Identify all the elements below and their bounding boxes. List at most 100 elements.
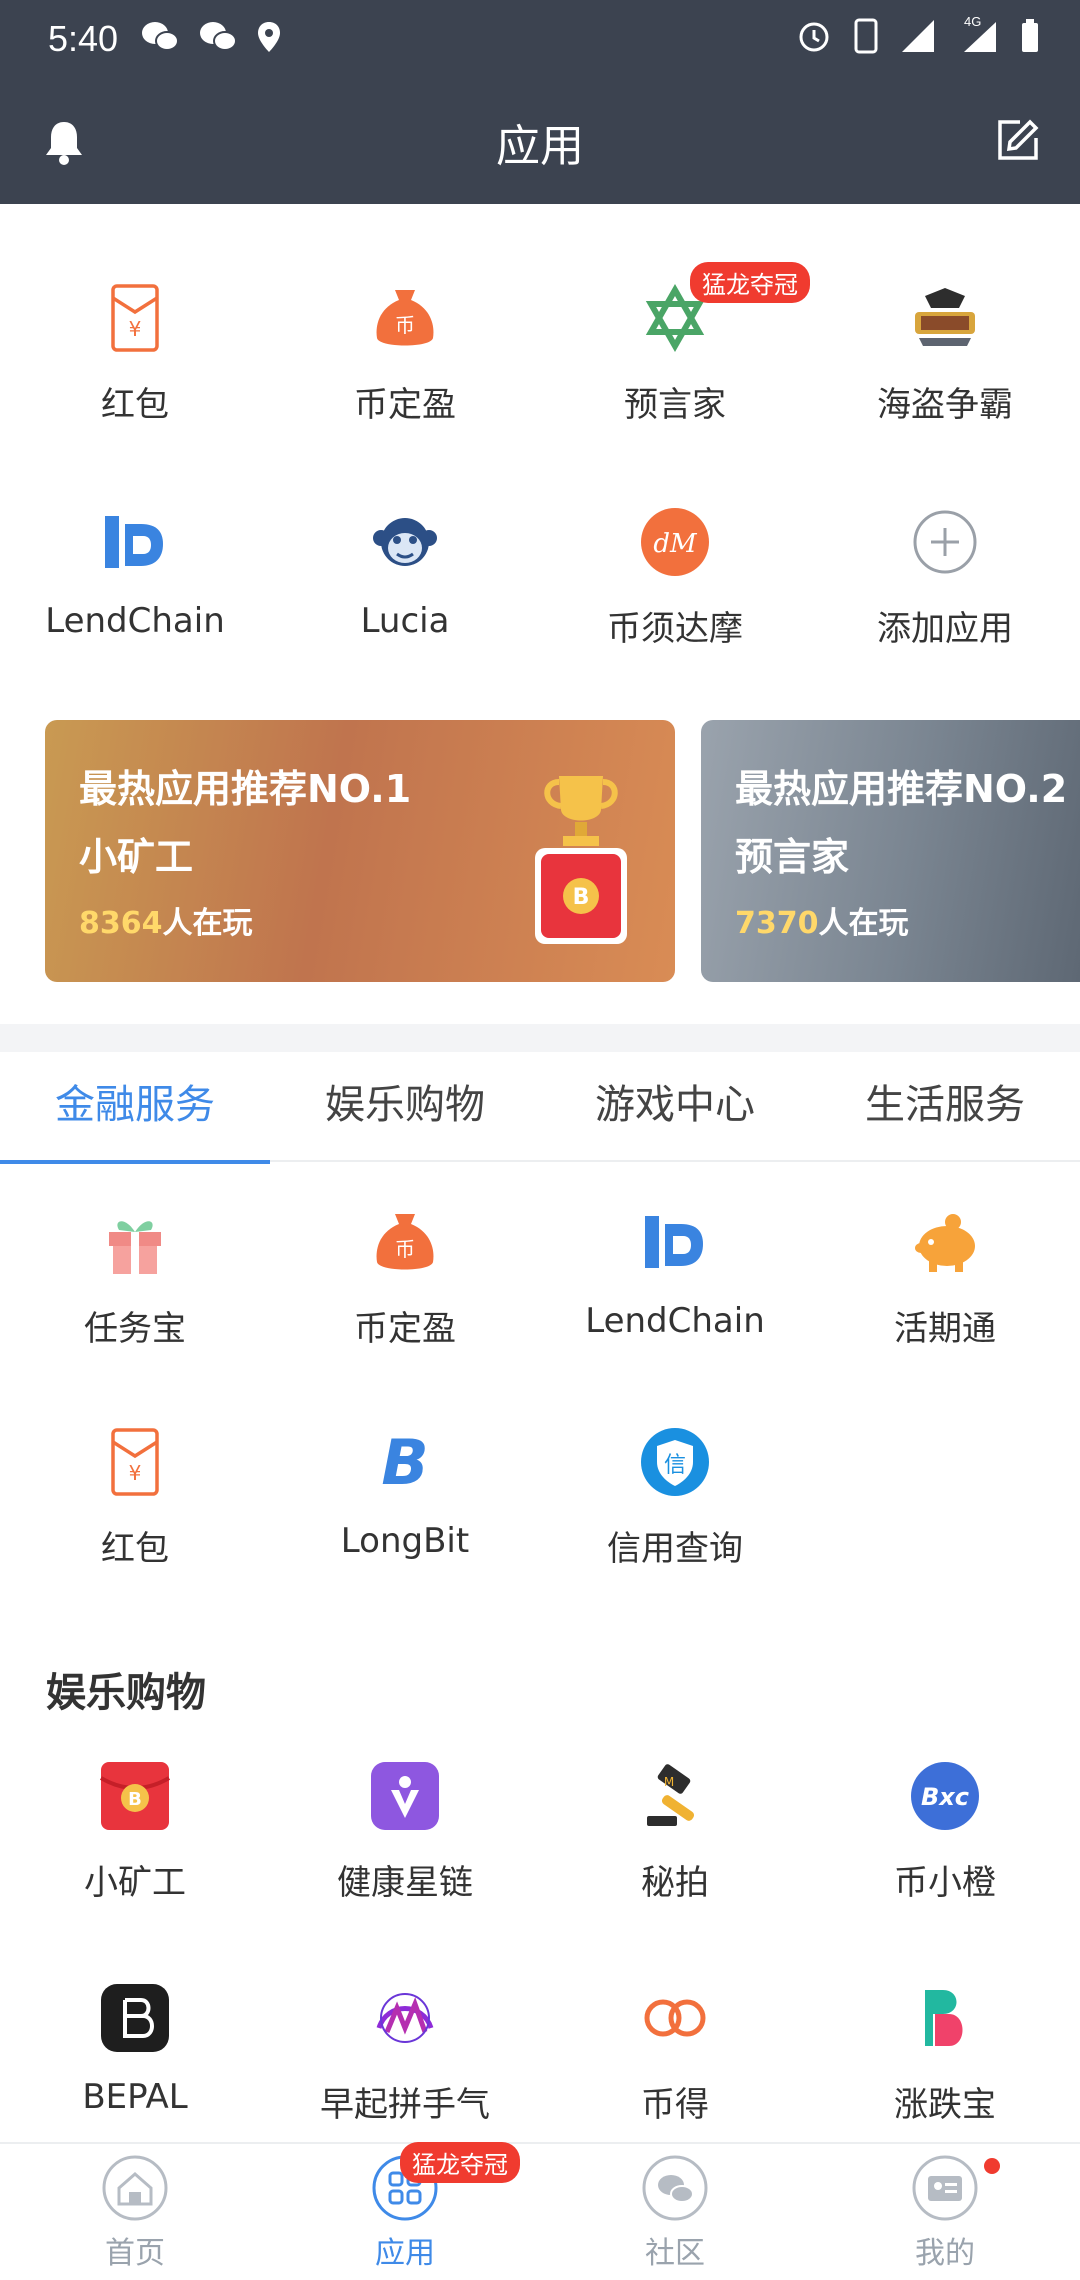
app-item[interactable]: LendChain: [540, 1206, 810, 1406]
bottom-nav: 首页 猛龙夺冠 应用 社区 我的: [0, 2142, 1080, 2280]
banner-player-count: 8364: [79, 906, 163, 941]
chat-icon: [642, 2155, 708, 2221]
signal-icon: [902, 20, 934, 52]
app-item[interactable]: 信 信用查询: [540, 1426, 810, 1626]
nav-badge: 猛龙夺冠: [400, 2142, 520, 2183]
edit-icon[interactable]: [994, 116, 1042, 164]
app-bar: 应用: [0, 80, 1080, 204]
phone-icon: [854, 18, 878, 54]
home-icon: [102, 2155, 168, 2221]
app-label: 任务宝: [84, 1309, 186, 1349]
app-item[interactable]: Bxc 币小橙: [810, 1760, 1080, 1960]
trophy-envelope-icon: B: [535, 776, 627, 944]
status-time: 5:40: [48, 18, 119, 59]
add-app-button[interactable]: 添加应用: [810, 506, 1080, 706]
app-label: LendChain: [585, 1301, 765, 1341]
alarm-icon: [799, 22, 829, 52]
tab-entertainment[interactable]: 娱乐购物: [270, 1052, 540, 1162]
svg-text:币: 币: [395, 1237, 415, 1261]
app-label: BEPAL: [82, 2077, 188, 2117]
app-label: 币得: [641, 2085, 709, 2125]
app-label: 信用查询: [607, 1529, 743, 1569]
app-item[interactable]: 健康星链: [270, 1760, 540, 1960]
tab-label: 生活服务: [865, 1082, 1025, 1128]
my-apps-grid: ¥ 红包 币 币定盈 猛龙夺冠 预言家 海盗争霸 LendChain Lucia…: [0, 262, 1080, 672]
nav-label: 我的: [915, 2236, 975, 2271]
app-label: 活期通: [894, 1309, 996, 1349]
app-item[interactable]: 任务宝: [0, 1206, 270, 1406]
red-envelope-icon: ¥: [111, 284, 159, 352]
gift-icon: [109, 1221, 161, 1274]
banner-player-suffix: 人在玩: [162, 906, 253, 941]
svg-text:¥: ¥: [129, 317, 142, 341]
lendchain-icon: [105, 516, 163, 568]
health-chain-icon: [371, 1762, 439, 1830]
tab-label: 金融服务: [55, 1082, 215, 1128]
app-label: 红包: [101, 1529, 169, 1569]
bitcoin-envelope-icon: B: [99, 1762, 171, 1830]
nav-apps[interactable]: 猛龙夺冠 应用: [270, 2142, 540, 2280]
app-item[interactable]: M 秘拍: [540, 1760, 810, 1960]
app-label: 早起拼手气: [320, 2085, 490, 2125]
location-icon: [258, 22, 280, 52]
banner-card[interactable]: 最热应用推荐NO.2 预言家 7370人在玩: [701, 720, 1080, 982]
svg-text:dM: dM: [653, 529, 698, 559]
svg-text:币: 币: [395, 313, 415, 337]
app-label: 秘拍: [641, 1863, 709, 1903]
dm-logo-icon: dM: [641, 508, 709, 576]
banner-title: 最热应用推荐NO.2: [735, 767, 1068, 811]
app-label: 红包: [101, 385, 169, 425]
tab-life[interactable]: 生活服务: [810, 1052, 1080, 1162]
wechat-icon: [142, 22, 179, 51]
tab-label: 游戏中心: [595, 1082, 755, 1128]
section-title-entertainment: 娱乐购物: [46, 1670, 206, 1716]
svg-text:B: B: [128, 1789, 142, 1810]
bepal-icon: [101, 1984, 169, 2052]
monkey-icon: [373, 518, 437, 566]
finance-apps-grid: 任务宝 币 币定盈 LendChain 活期通 ¥ 红包 B LongBit 信…: [0, 1206, 1080, 1626]
entertainment-apps-grid: B 小矿工 健康星链 M 秘拍 Bxc 币小橙 BEPAL 早起拼手气 币得 涨…: [0, 1760, 1080, 2160]
nav-profile[interactable]: 我的: [810, 2144, 1080, 2280]
app-item[interactable]: 海盗争霸: [810, 282, 1080, 482]
app-item[interactable]: 币 币定盈: [270, 1206, 540, 1406]
money-bag-icon: 币: [376, 1214, 434, 1270]
app-item[interactable]: Lucia: [270, 506, 540, 706]
app-item[interactable]: B LongBit: [270, 1426, 540, 1626]
credit-shield-icon: 信: [641, 1428, 709, 1496]
app-item[interactable]: ¥ 红包: [0, 282, 270, 482]
app-label: LongBit: [340, 1521, 470, 1561]
app-item[interactable]: 活期通: [810, 1206, 1080, 1406]
notification-icons: [140, 20, 282, 54]
app-item[interactable]: B 小矿工: [0, 1760, 270, 1960]
auction-hammer-icon: M: [647, 1764, 695, 1826]
red-envelope-icon: ¥: [111, 1428, 159, 1496]
network-indicator: 4G: [958, 14, 998, 54]
page-title: 应用: [496, 121, 584, 172]
tab-games[interactable]: 游戏中心: [540, 1052, 810, 1162]
app-item[interactable]: 币 币定盈: [270, 282, 540, 482]
nav-home[interactable]: 首页: [0, 2144, 270, 2280]
banner-players: 8364人在玩: [79, 898, 253, 942]
profile-card-icon: [912, 2155, 978, 2221]
app-label: 海盗争霸: [877, 385, 1013, 425]
banner-card[interactable]: 最热应用推荐NO.1 小矿工 8364人在玩 B: [45, 720, 675, 982]
svg-text:¥: ¥: [129, 1461, 142, 1485]
banner-player-suffix: 人在玩: [818, 906, 909, 941]
app-item[interactable]: 猛龙夺冠 预言家: [540, 262, 810, 482]
app-label: Lucia: [360, 601, 450, 641]
app-item[interactable]: dM 币须达摩: [540, 506, 810, 706]
pirate-icon: [915, 288, 975, 346]
app-item[interactable]: ¥ 红包: [0, 1426, 270, 1626]
app-badge: 猛龙夺冠: [690, 262, 810, 303]
svg-text:信: 信: [664, 1453, 686, 1478]
tab-active-indicator: [0, 1160, 270, 1164]
svg-text:B: B: [381, 1426, 428, 1498]
wechat-icon: [200, 22, 237, 51]
app-label: 涨跌宝: [894, 2085, 996, 2125]
nav-community[interactable]: 社区: [540, 2144, 810, 2280]
app-label: 小矿工: [84, 1863, 186, 1903]
app-label: 币定盈: [354, 385, 456, 425]
tab-finance[interactable]: 金融服务: [0, 1052, 270, 1164]
app-label: 币定盈: [354, 1309, 456, 1349]
app-item[interactable]: LendChain: [0, 506, 270, 706]
